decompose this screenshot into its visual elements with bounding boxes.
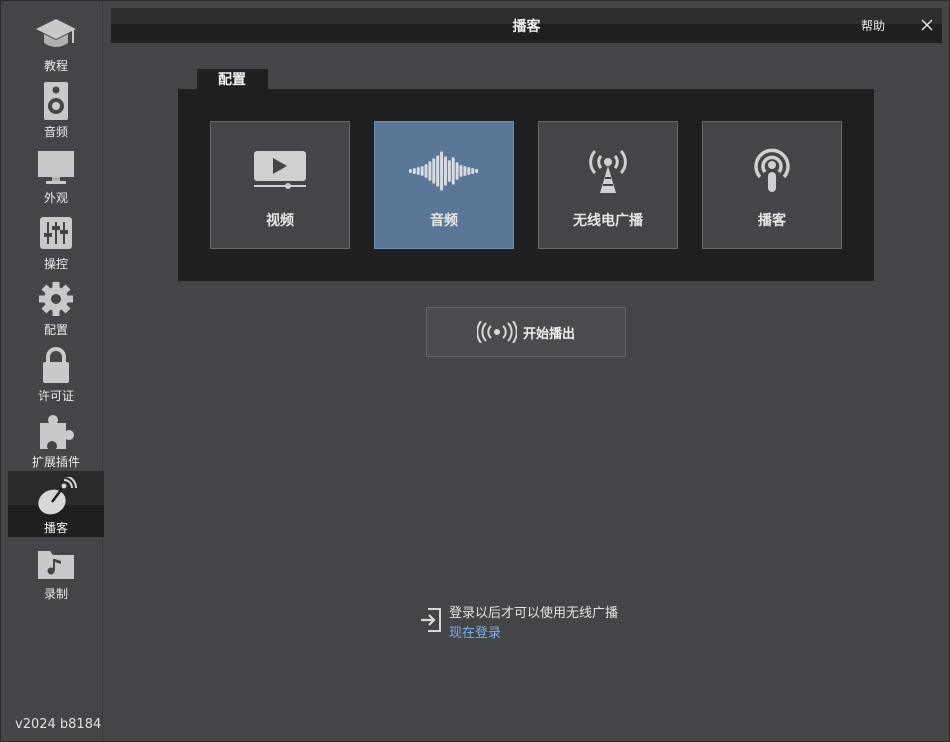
- card-podcast[interactable]: 播客: [702, 121, 842, 249]
- sidebar-item-controls[interactable]: 操控: [8, 207, 104, 273]
- help-button[interactable]: 帮助: [861, 17, 885, 34]
- sidebar-item-label: 教程: [43, 59, 68, 73]
- sidebar-item-label: 外观: [43, 191, 68, 205]
- sidebar-item-label: 操控: [43, 257, 68, 271]
- config-panel: 视频 音频 无线电广播 播客: [178, 89, 874, 281]
- sidebar-item-label: 录制: [43, 587, 68, 601]
- broadcast-waves-icon: [476, 321, 517, 343]
- sidebar-item-label: 许可证: [37, 389, 74, 403]
- sidebar-item-tutorial[interactable]: 教程: [8, 9, 104, 75]
- sign-in-icon: [421, 608, 441, 632]
- podcast-icon: [737, 146, 807, 196]
- card-label: 无线电广播: [573, 213, 643, 229]
- version-label: v2024 b8184: [15, 717, 102, 732]
- card-video[interactable]: 视频: [210, 121, 350, 249]
- title-bar: 播客 帮助: [111, 8, 942, 43]
- sidebar-item-audio[interactable]: 音频: [8, 75, 104, 141]
- login-now-link[interactable]: 现在登录: [449, 622, 501, 641]
- satellite-dish-icon: [34, 475, 78, 519]
- sidebar: 教程 音频 外观 操控 配置 许可证 扩展插件 播客 录制 v2024 b818…: [1, 1, 104, 741]
- start-broadcast-button[interactable]: 开始播出: [426, 307, 626, 357]
- speaker-icon: [34, 79, 78, 123]
- close-button[interactable]: [917, 14, 937, 36]
- sidebar-item-podcast[interactable]: 播客: [8, 471, 104, 537]
- sidebar-item-license[interactable]: 许可证: [8, 339, 104, 405]
- close-icon: [921, 19, 933, 31]
- sidebar-item-recording[interactable]: 录制: [8, 537, 104, 603]
- card-label: 视频: [266, 213, 294, 229]
- radio-tower-icon: [573, 146, 643, 196]
- gear-icon: [34, 277, 78, 321]
- graduation-cap-icon: [34, 13, 78, 57]
- audio-waveform-icon: [409, 146, 479, 196]
- sidebar-item-label: 扩展插件: [31, 455, 80, 469]
- config-tab: 配置: [197, 69, 268, 91]
- lock-icon: [34, 343, 78, 387]
- start-broadcast-label: 开始播出: [522, 326, 575, 342]
- card-radio[interactable]: 无线电广播: [538, 121, 678, 249]
- card-label: 音频: [430, 213, 458, 229]
- video-player-icon: [245, 146, 315, 196]
- sidebar-item-appearance[interactable]: 外观: [8, 141, 104, 207]
- sidebar-item-label: 播客: [43, 521, 68, 535]
- card-audio[interactable]: 音频: [374, 121, 514, 249]
- music-folder-icon: [34, 541, 78, 585]
- puzzle-icon: [34, 409, 78, 453]
- sliders-icon: [34, 211, 78, 255]
- sidebar-item-plugins[interactable]: 扩展插件: [8, 405, 104, 471]
- sidebar-item-label: 配置: [43, 323, 68, 337]
- login-required-message: 登录以后才可以使用无线广播: [449, 606, 619, 621]
- sidebar-item-label: 音频: [43, 125, 68, 139]
- sidebar-item-config[interactable]: 配置: [8, 273, 104, 339]
- card-label: 播客: [758, 213, 786, 229]
- monitor-icon: [34, 145, 78, 189]
- page-title: 播客: [512, 19, 541, 35]
